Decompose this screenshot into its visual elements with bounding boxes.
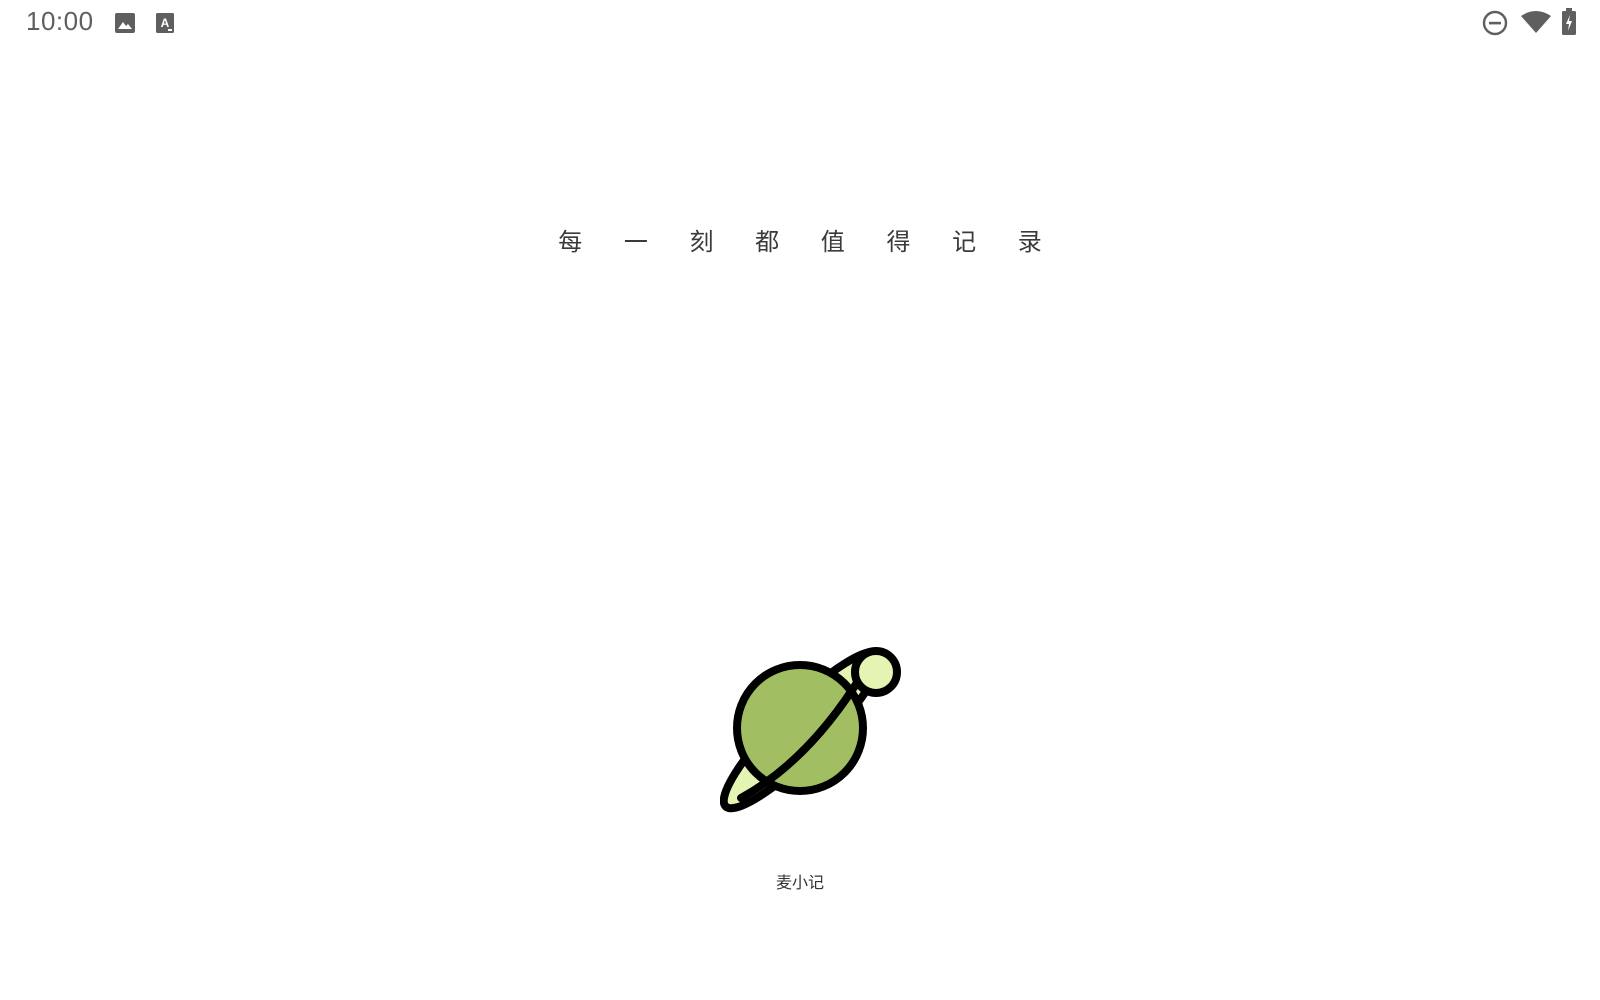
font-a-icon: A: [156, 13, 174, 33]
battery-charging-icon: [1562, 8, 1576, 35]
svg-text:A: A: [161, 16, 170, 30]
app-name: 麦小记: [775, 873, 824, 892]
image-icon: [115, 13, 135, 33]
wifi-icon: [1521, 11, 1551, 33]
planet-logo-icon: [720, 647, 901, 813]
status-time: 10:00: [26, 6, 94, 36]
tagline: 每 一 刻 都 值 得 记 录: [558, 228, 1059, 256]
splash-screen: 10:00 A 每 一 刻 都 值 得 记 录 麦小记: [0, 0, 1600, 1000]
do-not-disturb-icon: [1482, 10, 1508, 36]
status-bar: 10:00 A: [0, 0, 1600, 46]
